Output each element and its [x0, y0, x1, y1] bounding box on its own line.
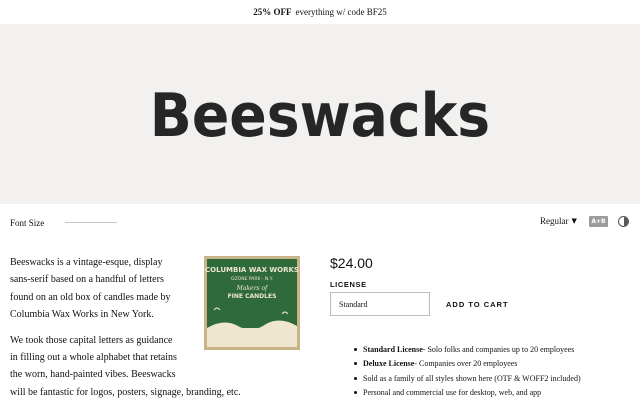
font-size-slider[interactable] [65, 222, 117, 223]
bullet-icon [354, 362, 357, 366]
bullet-icon [354, 347, 357, 351]
license-label: LICENSE [330, 280, 367, 289]
bullet-icon [354, 391, 357, 395]
license-select[interactable]: Standard [330, 292, 430, 316]
box-text-line4: FINE CANDLES [228, 293, 277, 300]
box-text-line1: COLUMBIA WAX WORKS [205, 266, 299, 274]
alternates-toggle-button[interactable]: A+B [589, 216, 608, 227]
font-preview-hero: Beeswacks [0, 24, 640, 204]
candle-box-image: COLUMBIA WAX WORKS OZONE PARK - N.Y. Mak… [204, 256, 300, 350]
box-text-line3: Makers of [236, 285, 269, 292]
preview-controls: Font Size Regular ▼ A+B [0, 204, 640, 242]
font-preview-title: Beeswacks [149, 81, 491, 151]
promo-banner: 25% OFF everything w/ code BF25 [0, 0, 640, 24]
chevron-down-icon: ▼ [571, 217, 577, 225]
style-select[interactable]: Regular ▼ [540, 216, 577, 226]
list-item: Sold as a family of all styles shown her… [350, 371, 640, 386]
promo-highlight: 25% OFF [253, 7, 292, 17]
style-select-value: Regular [540, 216, 569, 226]
price: $24.00 [330, 255, 373, 271]
list-item: Deluxe License - Companies over 20 emplo… [350, 357, 640, 372]
license-features-list: Standard License - Solo folks and compan… [350, 342, 640, 400]
list-item: Personal and commercial use for desktop,… [350, 386, 640, 400]
box-text-line2: OZONE PARK - N.Y. [231, 276, 273, 282]
promo-text: everything w/ code BF25 [295, 7, 387, 17]
license-select-value: Standard [339, 299, 368, 309]
font-size-label: Font Size [10, 218, 45, 228]
contrast-icon[interactable] [618, 216, 629, 227]
bullet-icon [354, 376, 357, 380]
add-to-cart-button[interactable]: ADD TO CART [440, 292, 515, 316]
list-item: Standard License - Solo folks and compan… [350, 342, 640, 357]
